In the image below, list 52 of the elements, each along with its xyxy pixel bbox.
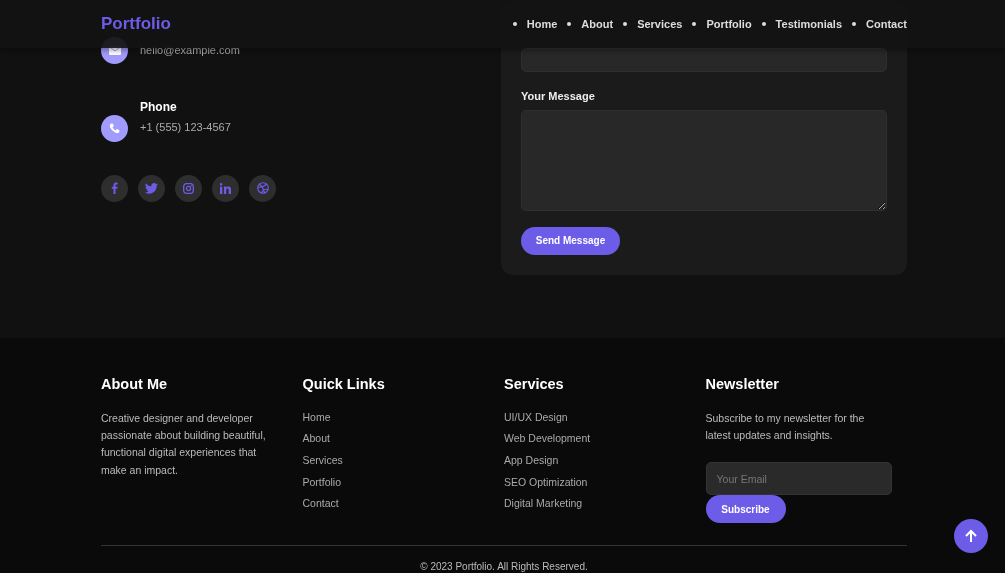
footer-link[interactable]: SEO Optimization bbox=[504, 474, 706, 489]
instagram-icon bbox=[183, 182, 194, 194]
social-button[interactable] bbox=[249, 174, 276, 202]
twitter-icon bbox=[145, 182, 158, 194]
contact-value: +1 (555) 123-4567 bbox=[140, 120, 231, 135]
nav-link[interactable]: Home bbox=[526, 15, 558, 33]
footer-link[interactable]: Portfolio bbox=[302, 474, 504, 489]
about-text: Creative designer and developer passionate about building beautiful, functional digital experiences that make an impact. bbox=[101, 410, 267, 478]
linkedin-icon bbox=[220, 182, 231, 194]
bullet-icon bbox=[623, 22, 628, 26]
footer-link[interactable]: About bbox=[302, 431, 504, 446]
nav-link[interactable]: Services bbox=[637, 15, 683, 33]
column-heading: Quick Links bbox=[302, 375, 386, 394]
bullet-icon bbox=[567, 22, 572, 26]
facebook-icon bbox=[111, 182, 118, 194]
envelope-icon bbox=[108, 46, 121, 55]
social-button[interactable] bbox=[101, 174, 128, 202]
social-button[interactable] bbox=[138, 174, 165, 202]
footer-link[interactable]: Services bbox=[302, 452, 504, 467]
footer-link[interactable]: Web Development bbox=[504, 431, 706, 446]
bullet-icon bbox=[512, 22, 517, 26]
nav-link[interactable]: Testimonials bbox=[775, 15, 843, 33]
footer-link[interactable]: UI/UX Design bbox=[504, 409, 706, 424]
arrow-up-icon bbox=[964, 529, 978, 543]
nav-link[interactable]: Contact bbox=[866, 15, 907, 33]
message-field[interactable] bbox=[521, 109, 887, 211]
column-heading: About Me bbox=[101, 375, 169, 394]
footer-link[interactable]: Contact bbox=[302, 496, 504, 511]
field-label: Your Message bbox=[521, 89, 596, 104]
logo[interactable]: Portfolio bbox=[101, 11, 171, 37]
social-button[interactable] bbox=[212, 174, 239, 202]
footer-link[interactable]: Digital Marketing bbox=[504, 496, 706, 511]
send-button[interactable]: Send Message bbox=[521, 226, 620, 255]
input-field[interactable] bbox=[521, 48, 887, 72]
social-button[interactable] bbox=[175, 174, 202, 202]
contact-value: hello@example.com bbox=[140, 42, 240, 58]
dribbble-icon bbox=[256, 182, 269, 194]
copyright-text: © 2023 Portfolio. All Rights Reserved. bbox=[419, 560, 589, 573]
bullet-icon bbox=[852, 22, 857, 26]
newsletter-text: Subscribe to my newsletter for the latest updates and insights. bbox=[705, 410, 866, 444]
bullet-icon bbox=[761, 22, 766, 26]
contact-label: Phone bbox=[140, 99, 178, 116]
footer-link[interactable]: Home bbox=[302, 409, 504, 424]
subscribe-button[interactable]: Subscribe bbox=[705, 495, 786, 524]
nav-link[interactable]: Portfolio bbox=[706, 15, 752, 33]
nav-link[interactable]: About bbox=[581, 15, 614, 33]
bullet-icon bbox=[692, 22, 697, 26]
column-heading: Services bbox=[504, 375, 565, 394]
column-heading: Newsletter bbox=[705, 375, 780, 394]
phone-icon bbox=[109, 122, 120, 134]
email-field[interactable]: Your Email bbox=[705, 462, 892, 496]
footer-link[interactable]: App Design bbox=[504, 452, 706, 467]
